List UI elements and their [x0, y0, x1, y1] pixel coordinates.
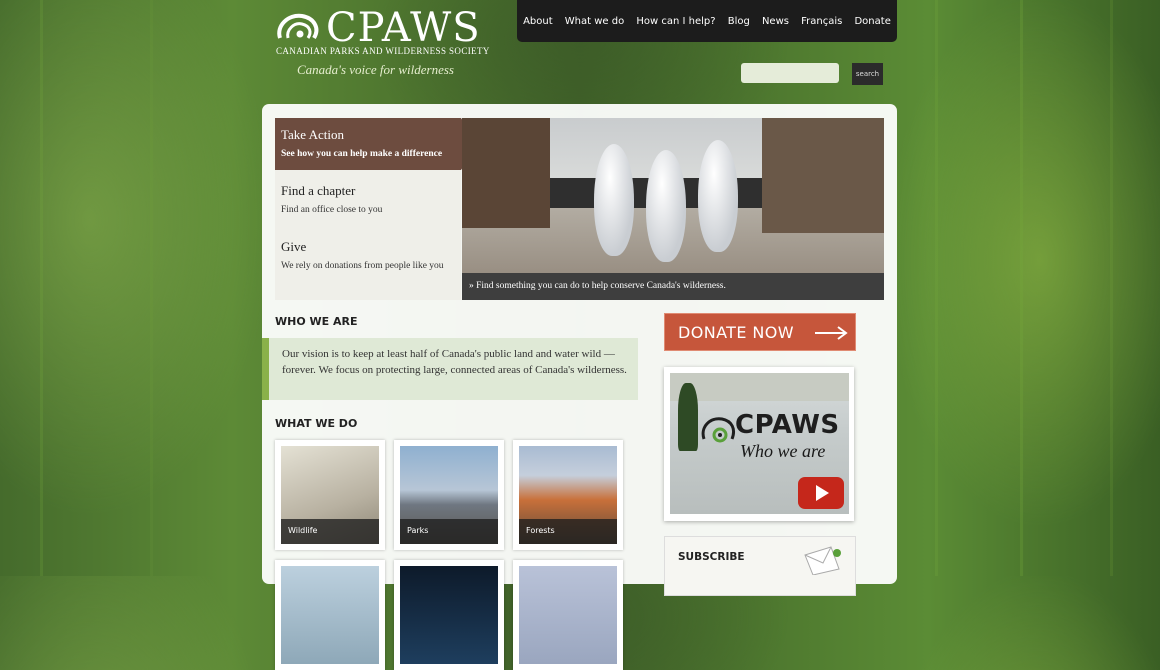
main-content: Take Action See how you can help make a … [262, 104, 897, 670]
hero-canoe [594, 144, 634, 256]
hero-building [762, 118, 884, 233]
envelope-icon [804, 546, 841, 575]
nav-blog[interactable]: Blog [728, 16, 750, 27]
background-grass [935, 0, 938, 576]
tile-label: Parks [400, 519, 498, 544]
nav-francais[interactable]: Français [801, 16, 842, 27]
tile-forests[interactable]: Forests [513, 440, 623, 550]
search-input[interactable] [741, 63, 839, 83]
subscribe-box: SUBSCRIBE [664, 536, 856, 596]
logo-name: CPAWS [326, 5, 481, 51]
play-button-icon[interactable] [798, 477, 844, 509]
who-we-are-heading: WHO WE ARE [275, 315, 358, 328]
tile-wildlife[interactable]: Wildlife [275, 440, 385, 550]
action-title: Give [281, 239, 307, 254]
tile-label-text: Forests [526, 526, 555, 535]
nav-what-we-do[interactable]: What we do [565, 16, 624, 27]
action-panel: Take Action See how you can help make a … [275, 118, 479, 300]
tile-parks[interactable]: Parks [394, 440, 504, 550]
tile-image [519, 566, 617, 664]
tile-label: Wildlife [281, 519, 379, 544]
hero-building [462, 118, 550, 228]
action-title: Take Action [281, 127, 344, 142]
tile-image: Forests [519, 446, 617, 544]
tile-image [281, 566, 379, 664]
video-thumbnail[interactable]: CPAWS Who we are [664, 367, 854, 521]
tile-image: Parks [400, 446, 498, 544]
donate-now-label: DONATE NOW [678, 323, 794, 342]
tile-label-text: Parks [407, 526, 429, 535]
video-title: CPAWS [735, 410, 840, 440]
hero-caption[interactable]: » Find something you can do to help cons… [462, 273, 884, 300]
site-tagline: Canada's voice for wilderness [297, 62, 454, 77]
arrow-right-icon [815, 326, 848, 340]
cpaws-swirl-icon [701, 417, 736, 443]
hero-banner[interactable]: » Find something you can do to help cons… [462, 118, 884, 300]
action-description: Find an office close to you [281, 205, 383, 215]
vision-statement: Our vision is to keep at least half of C… [262, 338, 638, 400]
action-item-take-action[interactable]: Take Action See how you can help make a … [275, 118, 479, 170]
donate-now-button[interactable]: DONATE NOW [664, 313, 856, 351]
tile-next-row[interactable] [275, 560, 385, 670]
logo-subtitle: CANADIAN PARKS AND WILDERNESS SOCIETY [276, 46, 490, 56]
action-item-find-chapter[interactable]: Find a chapter Find an office close to y… [275, 174, 461, 226]
search-button[interactable]: search [852, 63, 883, 85]
nav-how-can-i-help[interactable]: How can I help? [636, 16, 715, 27]
hero-canoe [646, 150, 686, 262]
action-item-give[interactable]: Give We rely on donations from people li… [275, 230, 461, 282]
action-description: See how you can help make a difference [281, 149, 443, 159]
nav-news[interactable]: News [762, 16, 789, 27]
video-frame: CPAWS Who we are [670, 373, 849, 514]
video-tree [678, 383, 698, 451]
hero-canoe [698, 140, 738, 252]
top-navigation: About What we do How can I help? Blog Ne… [517, 0, 897, 42]
action-description: We rely on donations from people like yo… [281, 261, 444, 271]
tile-label-text: Wildlife [288, 526, 318, 535]
subscribe-heading: SUBSCRIBE [678, 551, 745, 563]
what-we-do-heading: WHAT WE DO [275, 417, 358, 430]
tile-next-row[interactable] [513, 560, 623, 670]
tile-next-row[interactable] [394, 560, 504, 670]
nav-donate[interactable]: Donate [854, 16, 890, 27]
tile-image [400, 566, 498, 664]
tile-label: Forests [519, 519, 617, 544]
hero-caption-text: » Find something you can do to help cons… [469, 281, 726, 291]
nav-about[interactable]: About [523, 16, 553, 27]
video-subtitle: Who we are [740, 441, 826, 461]
action-title: Find a chapter [281, 183, 356, 198]
background-grass [1020, 0, 1023, 576]
background-grass [1110, 0, 1113, 576]
background-grass [150, 0, 153, 576]
tile-image: Wildlife [281, 446, 379, 544]
cpaws-swirl-icon [277, 13, 319, 40]
background-grass [40, 0, 43, 576]
